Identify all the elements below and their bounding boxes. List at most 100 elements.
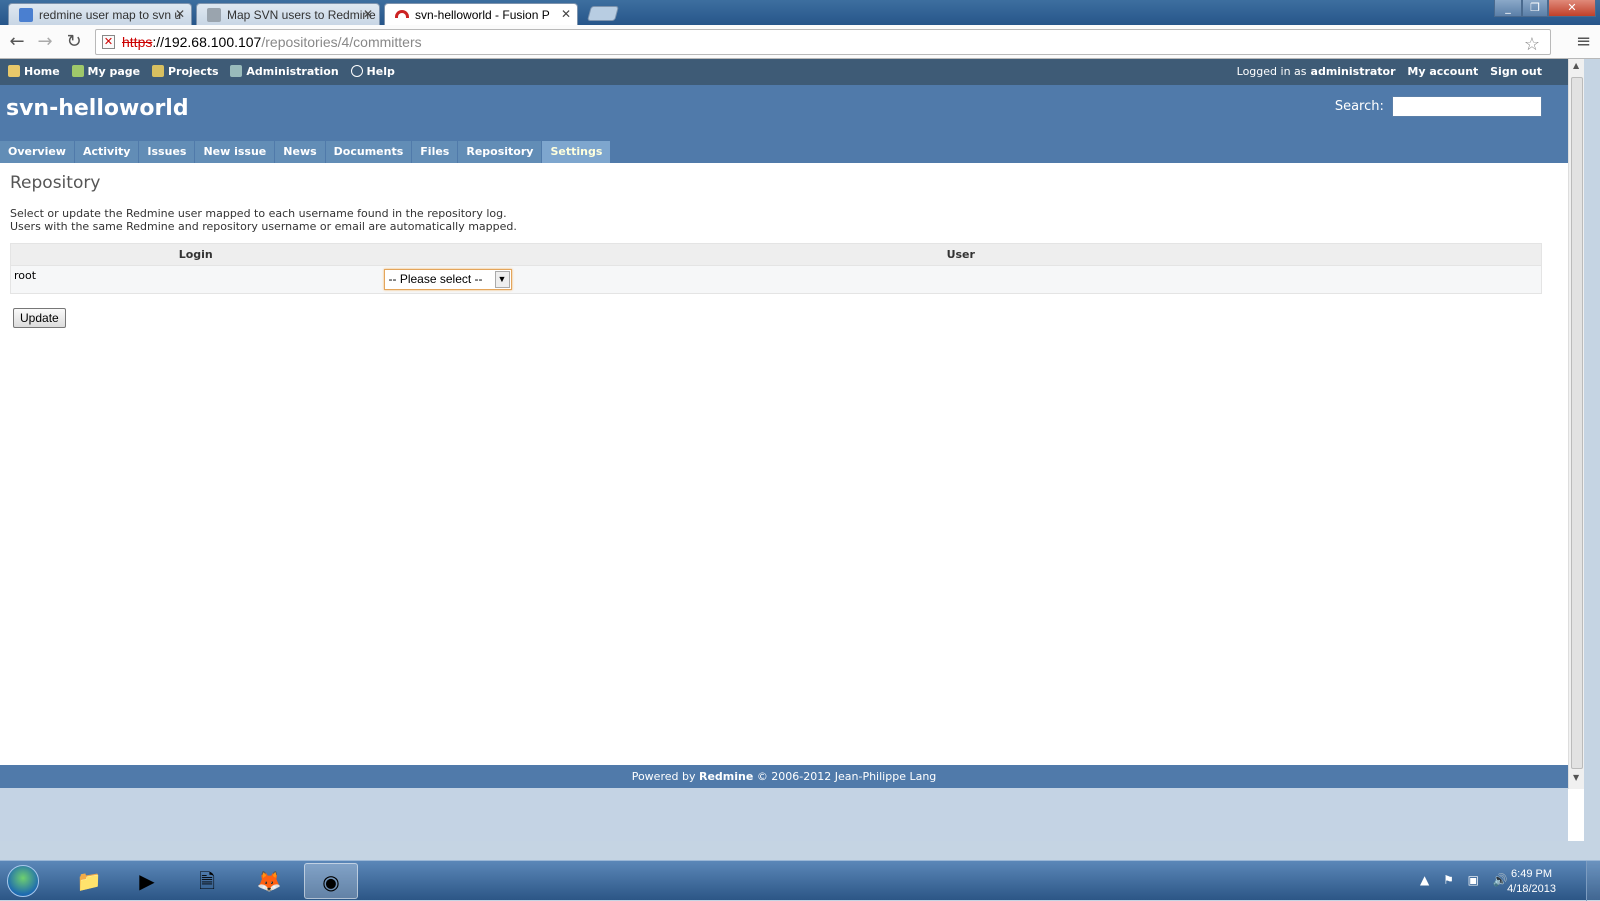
address-bar[interactable]: ✕ https://192.68.100.107/repositories/4/… bbox=[95, 29, 1551, 55]
home-icon bbox=[8, 65, 20, 77]
search-area: Search: bbox=[1335, 96, 1542, 117]
scroll-up-icon[interactable]: ▲ bbox=[1573, 61, 1579, 70]
scrollbar-thumb[interactable] bbox=[1571, 77, 1583, 769]
top-menu-help-label: Help bbox=[366, 65, 395, 78]
top-menu: Home My page Projects Administration Hel… bbox=[0, 59, 1584, 85]
chrome-icon[interactable]: ◉ bbox=[304, 863, 358, 899]
browser-menu-icon[interactable]: ≡ bbox=[1576, 31, 1591, 52]
volume-icon[interactable]: 🔊 bbox=[1493, 873, 1508, 887]
google-icon bbox=[19, 8, 33, 22]
close-tab-icon[interactable]: ✕ bbox=[175, 7, 185, 21]
flag-icon[interactable]: ⚑ bbox=[1443, 873, 1454, 887]
media-player-icon[interactable]: ▶ bbox=[120, 863, 174, 899]
browser-tab-1-title: redmine user map to svn u bbox=[39, 8, 182, 22]
forward-button[interactable]: → bbox=[34, 31, 56, 53]
reload-button[interactable]: ↻ bbox=[63, 31, 85, 53]
maximize-button[interactable]: ❐ bbox=[1522, 0, 1548, 17]
tab-repository[interactable]: Repository bbox=[458, 141, 542, 163]
tray-expand-icon[interactable]: ▲ bbox=[1420, 873, 1429, 887]
insecure-lock-icon[interactable]: ✕ bbox=[102, 35, 115, 49]
scroll-down-icon[interactable]: ▼ bbox=[1573, 773, 1579, 782]
login-cell: root bbox=[10, 265, 381, 294]
project-title: svn-helloworld bbox=[6, 96, 189, 121]
tab-settings[interactable]: Settings bbox=[542, 141, 611, 163]
page-bottom-area bbox=[0, 788, 1568, 841]
tab-files[interactable]: Files bbox=[412, 141, 458, 163]
url-scheme: https bbox=[122, 34, 153, 50]
top-menu-projects[interactable]: Projects bbox=[151, 65, 219, 78]
system-tray: ▲ ⚑ ▣ 🔊 bbox=[1420, 873, 1518, 887]
tab-activity[interactable]: Activity bbox=[74, 141, 139, 163]
main-menu: Overview Activity Issues New issue News … bbox=[0, 141, 1584, 163]
browser-tab-2[interactable]: Map SVN users to Redmine ✕ bbox=[196, 3, 380, 25]
tab-new-issue[interactable]: New issue bbox=[195, 141, 275, 163]
tab-news[interactable]: News bbox=[275, 141, 325, 163]
close-tab-icon[interactable]: ✕ bbox=[363, 7, 373, 21]
top-menu-my-page-label: My page bbox=[87, 65, 141, 78]
logged-in-prefix: Logged in as bbox=[1236, 65, 1307, 78]
update-button[interactable]: Update bbox=[13, 308, 66, 328]
logged-in-user[interactable]: administrator bbox=[1311, 65, 1396, 78]
document-app-icon[interactable]: 🗎 bbox=[180, 863, 234, 899]
project-header: svn-helloworld Search: bbox=[0, 85, 1584, 141]
url-path: /repositories/4/committers bbox=[261, 34, 422, 50]
show-desktop-button[interactable] bbox=[1586, 861, 1600, 901]
url-host: 192.68.100.107 bbox=[164, 34, 262, 50]
tab-issues[interactable]: Issues bbox=[139, 141, 195, 163]
explorer-icon[interactable]: 📁 bbox=[62, 863, 116, 899]
browser-tab-3-title: svn-helloworld - Fusion P bbox=[415, 8, 550, 22]
tab-overview[interactable]: Overview bbox=[0, 141, 74, 163]
redmine-icon bbox=[395, 10, 409, 18]
start-button[interactable] bbox=[7, 865, 39, 897]
close-tab-icon[interactable]: ✕ bbox=[561, 7, 571, 21]
new-tab-button[interactable] bbox=[586, 6, 620, 21]
column-header-login: Login bbox=[10, 243, 381, 266]
table-row: root -- Please select -- ▼ bbox=[10, 265, 1542, 294]
account-area: Logged in as administrator My account Sig… bbox=[1229, 65, 1542, 78]
stackexchange-icon bbox=[207, 8, 221, 22]
table-header-row: Login User bbox=[10, 243, 1542, 266]
minimize-button[interactable]: _ bbox=[1494, 0, 1522, 17]
firefox-icon[interactable]: 🦊 bbox=[242, 863, 296, 899]
browser-tab-2-title: Map SVN users to Redmine bbox=[227, 8, 376, 22]
main-content: Repository Select or update the Redmine … bbox=[0, 163, 1584, 338]
user-cell: -- Please select -- ▼ bbox=[380, 265, 1542, 294]
intro-line-1: Select or update the Redmine user mapped… bbox=[10, 207, 507, 220]
chevron-down-icon[interactable]: ▼ bbox=[494, 271, 510, 288]
browser-tab-3[interactable]: svn-helloworld - Fusion P ✕ bbox=[384, 3, 578, 26]
tab-documents[interactable]: Documents bbox=[325, 141, 412, 163]
my-account-link[interactable]: My account bbox=[1407, 65, 1478, 78]
intro-line-2: Users with the same Redmine and reposito… bbox=[10, 220, 517, 233]
network-icon[interactable]: ▣ bbox=[1468, 873, 1479, 887]
projects-icon bbox=[151, 65, 164, 77]
vertical-scrollbar[interactable]: ▲ ▼ bbox=[1568, 59, 1584, 789]
clock[interactable]: 6:49 PM 4/18/2013 bbox=[1507, 867, 1556, 897]
user-select-value: -- Please select -- bbox=[388, 272, 483, 286]
windows-taskbar: 📁 ▶ 🗎 🦊 ◉ ▲ ⚑ ▣ 🔊 6:49 PM 4/18/2013 bbox=[0, 860, 1600, 901]
footer-prefix: Powered by bbox=[631, 770, 696, 783]
footer-copyright: © 2006-2012 Jean-Philippe Lang bbox=[756, 770, 937, 783]
bookmark-star-icon[interactable]: ☆ bbox=[1524, 32, 1540, 56]
sign-out-link[interactable]: Sign out bbox=[1490, 65, 1542, 78]
search-input[interactable] bbox=[1392, 96, 1542, 117]
browser-tab-strip: redmine user map to svn u ✕ Map SVN user… bbox=[0, 0, 1600, 26]
back-button[interactable]: ← bbox=[6, 31, 28, 53]
search-label: Search: bbox=[1334, 99, 1384, 114]
top-menu-projects-label: Projects bbox=[167, 65, 219, 78]
top-menu-home[interactable]: Home bbox=[8, 65, 60, 78]
user-select[interactable]: -- Please select -- ▼ bbox=[383, 269, 512, 290]
top-menu-help[interactable]: Help bbox=[350, 65, 395, 78]
top-menu-administration-label: Administration bbox=[246, 65, 339, 78]
column-header-user: User bbox=[380, 243, 1542, 266]
redmine-page: Home My page Projects Administration Hel… bbox=[0, 59, 1584, 841]
browser-toolbar: ← → ↻ ✕ https://192.68.100.107/repositor… bbox=[0, 25, 1600, 59]
intro-text: Select or update the Redmine user mapped… bbox=[10, 207, 1574, 233]
browser-tab-1[interactable]: redmine user map to svn u ✕ bbox=[8, 3, 192, 25]
committers-table: Login User root -- Please select -- ▼ bbox=[10, 243, 1542, 294]
page-title: Repository bbox=[10, 173, 101, 193]
top-menu-my-page[interactable]: My page bbox=[71, 65, 141, 78]
url-separator: :// bbox=[152, 34, 165, 50]
close-window-button[interactable]: ✕ bbox=[1548, 0, 1596, 17]
footer-brand-link[interactable]: Redmine bbox=[699, 770, 753, 783]
top-menu-administration[interactable]: Administration bbox=[230, 65, 339, 78]
